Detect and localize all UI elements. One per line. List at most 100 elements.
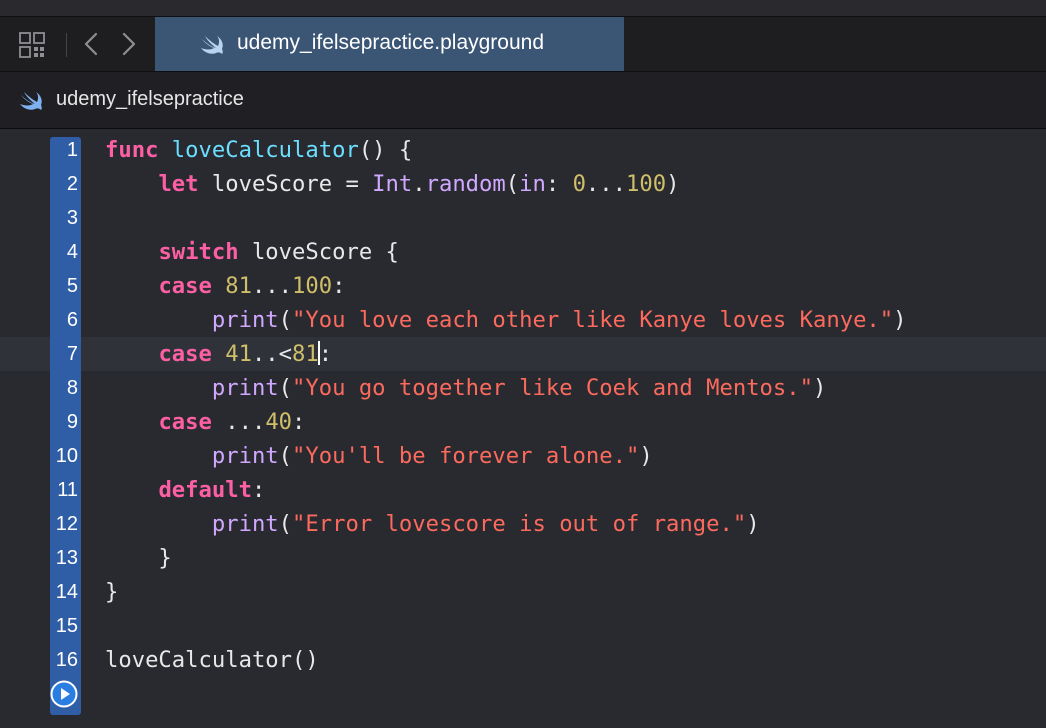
line-number[interactable]: 7 (50, 343, 78, 366)
line-number[interactable]: 16 (50, 649, 78, 672)
breadcrumb-file[interactable]: udemy_ifelsepractice (56, 88, 244, 111)
code-token: loveCalculator (171, 137, 359, 163)
code-line[interactable]: 10 print("You'll be forever alone.") (0, 439, 1046, 473)
code-text: print("You'll be forever alone.") (105, 443, 653, 469)
line-number[interactable]: 6 (50, 309, 78, 332)
code-token: switch (158, 239, 239, 265)
chevron-right-icon[interactable] (116, 30, 140, 58)
code-token: ... (211, 409, 266, 435)
code-line[interactable]: 2 let loveScore = Int.random(in: 0...100… (0, 167, 1046, 201)
code-token: } (105, 579, 119, 605)
code-line[interactable]: 15 (0, 609, 1046, 643)
code-token: ( (278, 443, 293, 469)
code-text: case 81...100: (105, 273, 345, 299)
code-token: print (211, 511, 279, 537)
code-token: 0 (572, 171, 586, 197)
code-token: ) (666, 171, 680, 197)
tab-bar-tools (0, 17, 154, 71)
code-token: ..< (251, 341, 293, 367)
code-token: 81 (225, 273, 252, 299)
line-number[interactable]: 11 (50, 479, 78, 502)
related-items-grid-icon[interactable] (18, 31, 46, 59)
line-number[interactable]: 4 (50, 241, 78, 264)
code-token: print (211, 307, 279, 333)
code-text: loveCalculator() (105, 647, 319, 673)
code-token: case (158, 409, 212, 435)
line-number[interactable]: 5 (50, 275, 78, 298)
code-token: ( (278, 307, 293, 333)
code-text: print("You love each other like Kanye lo… (105, 307, 907, 333)
code-token: : (318, 341, 333, 367)
code-line[interactable]: 6 print("You love each other like Kanye … (0, 303, 1046, 337)
code-text: } (105, 579, 118, 605)
line-number[interactable]: 3 (50, 207, 78, 230)
window-top-strip (0, 0, 1046, 17)
line-number[interactable]: 13 (50, 547, 78, 570)
code-line[interactable]: 1 func loveCalculator() { (0, 133, 1046, 167)
line-number[interactable]: 10 (50, 445, 78, 468)
line-number[interactable]: 8 (50, 377, 78, 400)
jump-bar: udemy_ifelsepractice (0, 72, 1046, 129)
code-line[interactable]: 12 print("Error lovescore is out of rang… (0, 507, 1046, 541)
code-token: ) (893, 307, 907, 333)
code-editor[interactable]: 1 func loveCalculator() { 2 let loveScore … (0, 129, 1046, 728)
code-token: () { (358, 137, 413, 163)
code-text: default: (105, 477, 265, 503)
code-line[interactable]: 16 loveCalculator() (0, 643, 1046, 677)
code-token: ) (813, 375, 827, 401)
line-number[interactable]: 9 (50, 411, 78, 434)
code-line[interactable]: 4 switch loveScore { (0, 235, 1046, 269)
code-token: "You love each other like Kanye loves Ka… (292, 307, 894, 333)
code-line[interactable]: 7 case 41..<81: (0, 337, 1046, 371)
tab-playground[interactable]: udemy_ifelsepractice.playground (155, 17, 624, 71)
code-token: ) (639, 443, 653, 469)
code-line[interactable]: 11 default: (0, 473, 1046, 507)
line-number[interactable]: 2 (50, 173, 78, 196)
code-line[interactable]: 8 print("You go together like Coek and M… (0, 371, 1046, 405)
code-line[interactable]: 9 case ...40: (0, 405, 1046, 439)
code-text: print("Error lovescore is out of range."… (105, 511, 760, 537)
code-token: in (519, 171, 546, 197)
code-line[interactable]: 3 (0, 201, 1046, 235)
code-token: "You go together like Coek and Mentos." (292, 375, 813, 401)
code-token: loveScore = (198, 171, 373, 197)
code-token: : (292, 409, 306, 435)
code-token: 81 (292, 341, 319, 367)
code-token: ... (585, 171, 626, 197)
code-token: let (158, 171, 199, 197)
code-text: let loveScore = Int.random(in: 0...100) (105, 171, 679, 197)
code-token: loveScore { (238, 239, 399, 265)
code-token: 40 (265, 409, 293, 435)
code-token: } (105, 545, 172, 571)
toolbar-divider (66, 33, 67, 57)
code-token: ( (505, 171, 520, 197)
line-number[interactable]: 1 (50, 139, 78, 162)
code-line[interactable]: 5 case 81...100: (0, 269, 1046, 303)
tab-bar: udemy_ifelsepractice.playground (0, 17, 1046, 72)
code-line[interactable]: 14} (0, 575, 1046, 609)
swift-icon (200, 35, 224, 55)
code-text: print("You go together like Coek and Men… (105, 375, 826, 401)
line-number[interactable]: 15 (50, 615, 78, 638)
code-token: ( (278, 375, 293, 401)
line-number[interactable]: 12 (50, 513, 78, 536)
chevron-left-icon[interactable] (80, 30, 104, 58)
code-text: func loveCalculator() { (105, 137, 412, 163)
code-token: "You'll be forever alone." (292, 443, 640, 469)
line-number[interactable]: 14 (50, 581, 78, 604)
code-token: print (211, 375, 279, 401)
code-token: : (545, 171, 573, 197)
code-text: } (105, 545, 172, 571)
play-icon[interactable] (50, 680, 78, 708)
code-line[interactable]: 13 } (0, 541, 1046, 575)
